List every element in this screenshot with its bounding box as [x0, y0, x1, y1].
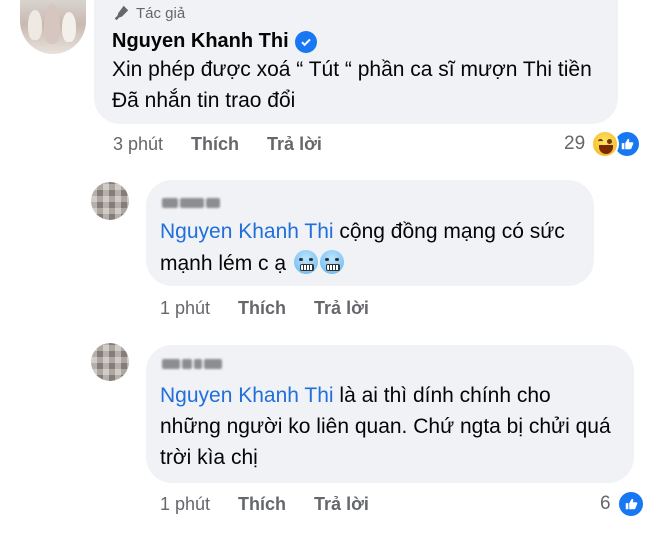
verified-badge-icon [294, 30, 317, 53]
haha-icon [591, 130, 620, 158]
reply-button[interactable]: Trả lời [314, 494, 369, 515]
mention-link[interactable]: Nguyen Khanh Thi [160, 220, 334, 243]
commenter-avatar[interactable] [91, 343, 129, 381]
comment-text-line: Đã nhắn tin trao đổi [112, 89, 296, 112]
like-button[interactable]: Thích [238, 298, 286, 319]
reaction-count[interactable]: 6 [600, 493, 611, 515]
reaction-count[interactable]: 29 [564, 133, 585, 155]
like-button[interactable]: Thích [238, 494, 286, 515]
author-tag: Tác giả [112, 4, 185, 22]
comment-text-line: trời kìa chị [160, 446, 258, 469]
comment-text: cộng đồng mạng có sức [333, 220, 565, 243]
comment-text-line: mạnh lém c ạ [160, 248, 344, 280]
author-avatar[interactable] [20, 0, 86, 54]
comment-actions: 1 phút Thích Trả lời [160, 298, 397, 319]
comment-timestamp[interactable]: 1 phút [160, 494, 210, 515]
comment-timestamp[interactable]: 1 phút [160, 298, 210, 319]
comment-text: mạnh lém c ạ [160, 252, 287, 275]
reply-button[interactable]: Trả lời [314, 298, 369, 319]
comment-text-line: Nguyen Khanh Thi cộng đồng mạng có sức [160, 216, 565, 248]
comment-author-name[interactable]: Nguyen Khanh Thi [112, 30, 317, 53]
mic-icon [114, 5, 129, 21]
comment-text-line: những người ko liên quan. Chứ ngta bị ch… [160, 415, 611, 438]
comment-actions: 1 phút Thích Trả lời [160, 494, 397, 515]
like-icon [616, 490, 645, 518]
reaction-summary[interactable]: 29 [564, 130, 642, 158]
commenter-name-blurred[interactable] [162, 195, 220, 211]
comment-text: là ai thì dính chính cho [333, 384, 551, 407]
author-tag-label: Tác giả [136, 4, 186, 22]
grimacing-face-icon [319, 250, 344, 274]
comment-timestamp[interactable]: 3 phút [113, 134, 163, 155]
author-name-text[interactable]: Nguyen Khanh Thi [112, 30, 289, 53]
mention-link[interactable]: Nguyen Khanh Thi [160, 384, 334, 407]
comment-text-line: Nguyen Khanh Thi là ai thì dính chính ch… [160, 380, 551, 412]
reaction-summary[interactable]: 6 [600, 490, 645, 518]
commenter-avatar[interactable] [91, 182, 129, 220]
comment-text-line: Xin phép được xoá “ Tút “ phần ca sĩ mượ… [112, 58, 592, 81]
commenter-name-blurred[interactable] [162, 356, 222, 372]
grimacing-face-icon [293, 250, 318, 274]
like-button[interactable]: Thích [191, 134, 239, 155]
comment-actions: 3 phút Thích Trả lời [113, 134, 350, 155]
reply-button[interactable]: Trả lời [267, 134, 322, 155]
